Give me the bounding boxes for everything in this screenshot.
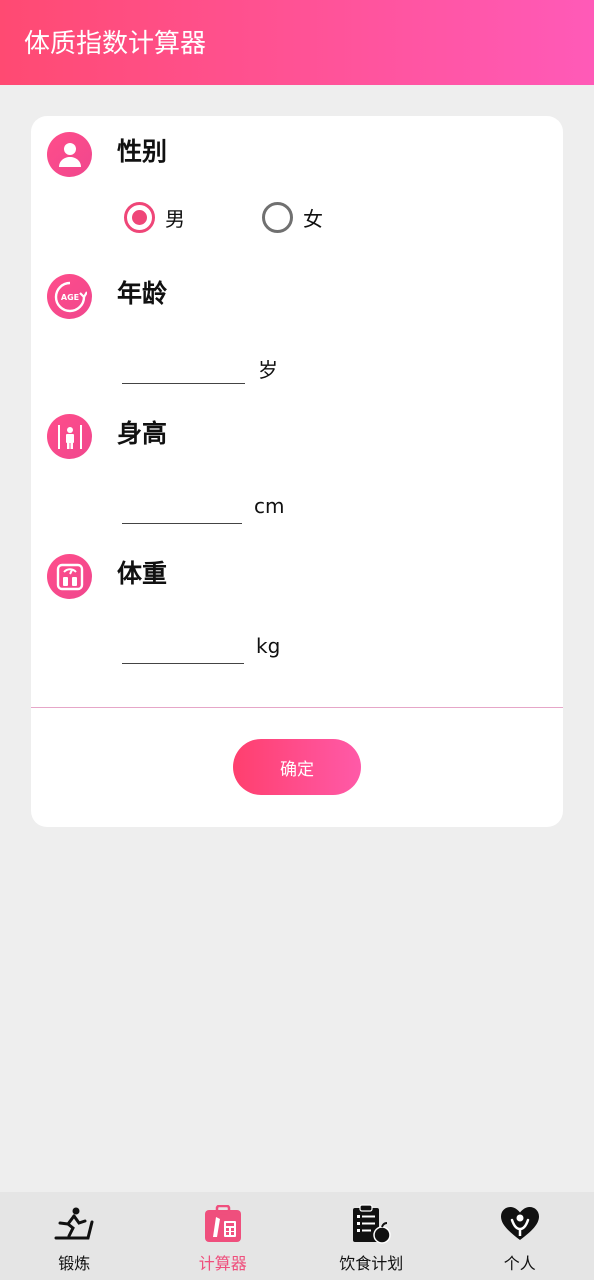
nav-item-exercise[interactable]: 锻炼 bbox=[0, 1192, 149, 1280]
gender-radio-female-label: 女 bbox=[303, 207, 323, 231]
weight-title: 体重 bbox=[117, 559, 168, 588]
gender-title: 性别 bbox=[117, 137, 168, 166]
radio-unchecked-icon[interactable] bbox=[262, 202, 293, 233]
gender-radio-male-label: 男 bbox=[165, 207, 185, 231]
radio-checked-icon[interactable] bbox=[124, 202, 155, 233]
nav-label-calculator: 计算器 bbox=[198, 1254, 247, 1273]
nav-label-diet-plan: 饮食计划 bbox=[339, 1254, 404, 1273]
bmi-form-card: 性别 男 女 AGE 年龄 岁 身高 cm 体重 kg 确定 bbox=[31, 116, 563, 827]
height-unit: cm bbox=[254, 494, 285, 518]
height-icon bbox=[47, 414, 92, 459]
nav-item-profile[interactable]: 个人 bbox=[446, 1192, 594, 1280]
confirm-button[interactable]: 确定 bbox=[233, 739, 361, 795]
bottom-nav: 锻炼 计算器 饮食计划 个人 bbox=[0, 1192, 594, 1280]
heart-person-icon bbox=[499, 1204, 541, 1244]
treadmill-icon bbox=[53, 1204, 95, 1244]
age-title: 年龄 bbox=[117, 279, 168, 308]
nav-item-calculator[interactable]: 计算器 bbox=[149, 1192, 298, 1280]
svg-text:AGE: AGE bbox=[60, 293, 78, 302]
nav-label-profile: 个人 bbox=[503, 1254, 536, 1273]
gender-radio-female[interactable]: 女 bbox=[262, 202, 323, 233]
calculator-icon bbox=[202, 1204, 244, 1244]
height-title: 身高 bbox=[117, 419, 168, 448]
age-icon: AGE bbox=[47, 274, 92, 319]
gender-radio-male[interactable]: 男 bbox=[124, 202, 185, 233]
diet-plan-icon bbox=[350, 1204, 392, 1244]
weight-input[interactable] bbox=[122, 634, 244, 664]
weight-unit: kg bbox=[256, 634, 281, 658]
divider bbox=[31, 707, 563, 708]
nav-label-exercise: 锻炼 bbox=[58, 1254, 91, 1273]
nav-item-diet-plan[interactable]: 饮食计划 bbox=[297, 1192, 446, 1280]
person-icon bbox=[47, 132, 92, 177]
scale-icon bbox=[47, 554, 92, 599]
app-bar: 体质指数计算器 bbox=[0, 0, 594, 85]
page-title: 体质指数计算器 bbox=[24, 29, 207, 59]
height-input[interactable] bbox=[122, 494, 242, 524]
age-input[interactable] bbox=[122, 354, 245, 384]
age-unit: 岁 bbox=[258, 358, 278, 382]
